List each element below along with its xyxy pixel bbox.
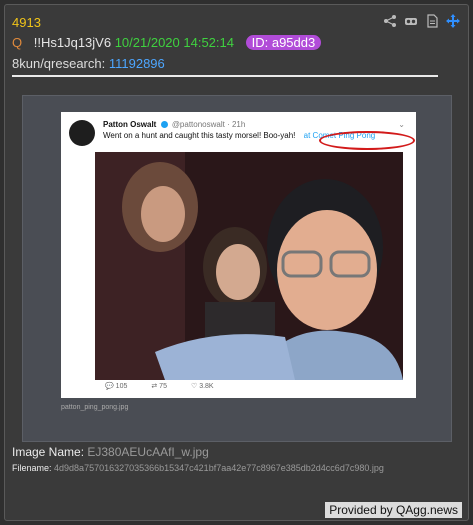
selfie-photo [95, 152, 403, 380]
board-prefix: 8kun/qresearch: [12, 56, 106, 71]
tweet-screenshot: Patton Oswalt @pattonoswalt · 21h Went o… [61, 112, 416, 398]
image-caption: patton_ping_pong.jpg [61, 404, 129, 411]
share-icon[interactable] [383, 14, 397, 28]
tweet-author: Patton Oswalt [103, 120, 157, 129]
post-card: 4913 Q !!Hs1Jq13jV6 10/21/2020 14:52:14 … [4, 4, 469, 521]
avatar [69, 120, 95, 146]
image-name-row: Image Name: EJ380AEUcAAfI_w.jpg [12, 445, 209, 459]
verified-icon [160, 121, 168, 129]
post-header: Q !!Hs1Jq13jV6 10/21/2020 14:52:14 ID: a… [12, 35, 322, 50]
tweet-handle: @pattonoswalt · 21h [171, 120, 246, 129]
post-link[interactable]: 11192896 [109, 56, 165, 71]
tweet-header: Patton Oswalt @pattonoswalt · 21h Went o… [69, 118, 415, 150]
post-number[interactable]: 4913 [12, 15, 41, 30]
image-name-value: EJ380AEUcAAfI_w.jpg [87, 445, 209, 459]
board-reference: 8kun/qresearch: 11192896 [12, 56, 165, 71]
post-toolbar [383, 14, 460, 28]
glasses-icon[interactable] [404, 14, 418, 28]
filename-label: Filename: [12, 463, 52, 473]
tweet-actions: 💬 105 ⇄ 75 ♡ 3.8K [105, 382, 214, 390]
reply-count: 💬 105 [105, 383, 128, 390]
retweet-count: ⇄ 75 [151, 383, 167, 390]
tweet-text: Went on a hunt and caught this tasty mor… [103, 131, 296, 140]
filename-row: Filename: 4d9d8a757016327035366b15347c42… [12, 463, 384, 473]
tripcode: !!Hs1Jq13jV6 [33, 35, 112, 50]
post-datetime: 10/21/2020 14:52:14 [114, 35, 234, 50]
header-divider [12, 75, 438, 77]
id-badge[interactable]: ID: a95dd3 [245, 35, 322, 50]
filename-value: 4d9d8a757016327035366b15347c421bf7aa42e7… [54, 463, 384, 473]
like-count: ♡ 3.8K [190, 383, 214, 390]
provided-by-link[interactable]: Provided by QAgg.news [325, 502, 462, 518]
image-name-label: Image Name: [12, 445, 85, 459]
red-highlight-circle [319, 131, 415, 150]
move-icon[interactable] [446, 14, 460, 28]
chevron-down-icon: ⌄ [398, 120, 405, 129]
attached-image[interactable]: Patton Oswalt @pattonoswalt · 21h Went o… [22, 95, 452, 442]
q-marker: Q [12, 35, 23, 50]
document-icon[interactable] [425, 14, 439, 28]
